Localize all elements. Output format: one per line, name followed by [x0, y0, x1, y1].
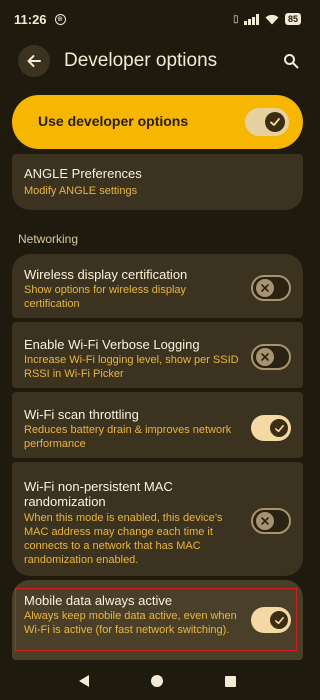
setting-title: Mobile data always active	[24, 593, 173, 608]
search-icon	[284, 54, 299, 69]
networking-section-header: Networking	[18, 232, 79, 246]
close-icon	[261, 353, 269, 361]
close-icon	[261, 284, 269, 292]
wireless-display-certification-toggle[interactable]	[251, 275, 291, 301]
check-icon	[274, 616, 284, 624]
toggle-knob	[270, 419, 288, 437]
status-icons: ▯ 85	[233, 13, 301, 25]
toggle-knob	[256, 279, 274, 297]
use-developer-options-label: Use developer options	[38, 113, 189, 129]
close-icon	[261, 517, 269, 525]
mobile-data-always-active-item[interactable]: Mobile data always active Always keep mo…	[12, 580, 303, 660]
back-button[interactable]	[18, 45, 50, 77]
check-icon	[274, 424, 284, 432]
wifi-scan-throttling-item[interactable]: Wi-Fi scan throttling Reduces battery dr…	[12, 392, 303, 458]
page-title: Developer options	[64, 50, 218, 71]
cell-signal-icon	[244, 13, 259, 25]
angle-preferences-subtitle: Modify ANGLE settings	[24, 185, 138, 197]
setting-title: Wi-Fi non-persistent MAC randomization	[24, 479, 173, 509]
setting-title: Wi-Fi scan throttling	[24, 407, 139, 422]
check-icon	[270, 118, 280, 126]
toggle-knob	[256, 512, 274, 530]
arrow-left-icon	[27, 55, 41, 67]
search-button[interactable]	[277, 47, 305, 75]
toggle-knob	[256, 348, 274, 366]
wifi-scan-throttling-toggle[interactable]	[251, 415, 291, 441]
mobile-data-always-active-toggle[interactable]	[251, 607, 291, 633]
setting-subtitle: When this mode is enabled, this device’s…	[24, 512, 223, 566]
notification-icon: ⊕	[54, 13, 66, 25]
nav-home-icon[interactable]	[151, 675, 163, 687]
wifi-verbose-logging-toggle[interactable]	[251, 344, 291, 370]
use-developer-options-switch-bar[interactable]: Use developer options	[12, 95, 303, 149]
status-time: 11:26	[14, 11, 47, 27]
nav-recents-icon[interactable]	[225, 675, 236, 687]
app-bar: Developer options	[0, 38, 315, 84]
angle-preferences-title: ANGLE Preferences	[24, 166, 142, 181]
use-developer-options-toggle[interactable]	[245, 108, 289, 136]
wifi-mac-randomization-item[interactable]: Wi-Fi non-persistent MAC randomization W…	[12, 462, 303, 576]
wireless-display-certification-item[interactable]: Wireless display certification Show opti…	[12, 254, 303, 318]
vibrate-icon: ▯	[232, 13, 239, 25]
wifi-verbose-logging-item[interactable]: Enable Wi-Fi Verbose Logging Increase Wi…	[12, 322, 303, 388]
setting-subtitle: Increase Wi-Fi logging level, show per S…	[24, 354, 239, 380]
setting-subtitle: Always keep mobile data active, even whe…	[24, 610, 237, 636]
setting-title: Wireless display certification	[24, 267, 188, 282]
toggle-knob	[270, 611, 288, 629]
status-bar: 11:26 ⊕ ▯ 85	[0, 0, 315, 38]
system-nav-bar	[0, 662, 315, 700]
setting-subtitle: Show options for wireless display certif…	[24, 284, 187, 310]
angle-preferences-item[interactable]: ANGLE Preferences Modify ANGLE settings	[12, 154, 303, 210]
wifi-icon	[265, 14, 279, 24]
toggle-knob	[265, 112, 285, 132]
setting-title: Enable Wi-Fi Verbose Logging	[24, 337, 200, 352]
wifi-mac-randomization-toggle[interactable]	[251, 508, 291, 534]
setting-subtitle: Reduces battery drain & improves network…	[24, 424, 232, 450]
nav-back-icon[interactable]	[79, 675, 89, 687]
battery-indicator: 85	[284, 13, 301, 25]
